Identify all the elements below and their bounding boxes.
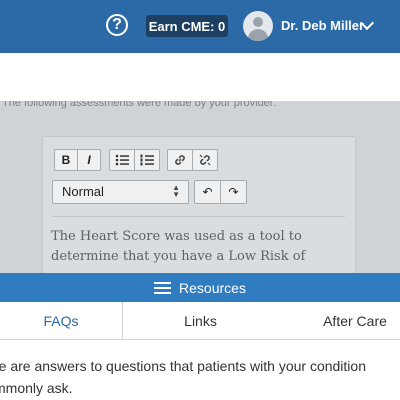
redo-button[interactable]: ↷ [220, 180, 247, 204]
toolbar-divider [53, 216, 345, 217]
subheader-band [0, 53, 400, 101]
help-icon[interactable]: ? [106, 14, 128, 36]
rich-text-editor: B I Normal ▲ ▼ ↶ ↷ The Heart Score was u… [42, 136, 356, 273]
bullet-list-icon [115, 154, 129, 166]
italic-button[interactable]: I [77, 149, 101, 171]
avatar-head-shape [253, 17, 263, 27]
user-name[interactable]: Dr. Deb Miller [281, 18, 364, 33]
link-icon [175, 155, 185, 165]
avatar-shoulders-shape [248, 29, 268, 41]
resources-bar[interactable]: Resources [0, 273, 400, 302]
earn-cme-badge[interactable]: Earn CME: 0 [146, 15, 228, 37]
bold-button[interactable]: B [54, 149, 78, 171]
top-bar: ? Earn CME: 0 Dr. Deb Miller [0, 0, 400, 53]
resources-tabs: FAQs Links After Care [0, 302, 400, 340]
link-button[interactable] [167, 149, 193, 171]
format-select-value: Normal [62, 184, 104, 199]
tab-faqs[interactable]: FAQs [0, 302, 123, 339]
undo-button[interactable]: ↶ [194, 180, 221, 204]
resources-title: Resources [179, 279, 246, 296]
faq-intro-text: re are answers to questions that patient… [0, 358, 366, 396]
unlink-icon [199, 154, 211, 166]
unlink-button[interactable] [192, 149, 218, 171]
numbered-list-icon [140, 154, 154, 166]
menu-icon [154, 281, 172, 294]
tab-after-care[interactable]: After Care [290, 302, 400, 339]
assessment-panel: The following assessments were made by y… [0, 101, 400, 273]
avatar[interactable] [243, 11, 273, 41]
tab-links[interactable]: Links [123, 302, 278, 339]
assessment-intro: The following assessments were made by y… [2, 101, 277, 109]
select-arrows-icon: ▲ ▼ [172, 183, 180, 199]
editor-content[interactable]: The Heart Score was used as a tool to de… [51, 227, 341, 267]
numbered-list-button[interactable] [134, 149, 160, 171]
format-select[interactable]: Normal ▲ ▼ [52, 180, 189, 204]
bullet-list-button[interactable] [109, 149, 135, 171]
